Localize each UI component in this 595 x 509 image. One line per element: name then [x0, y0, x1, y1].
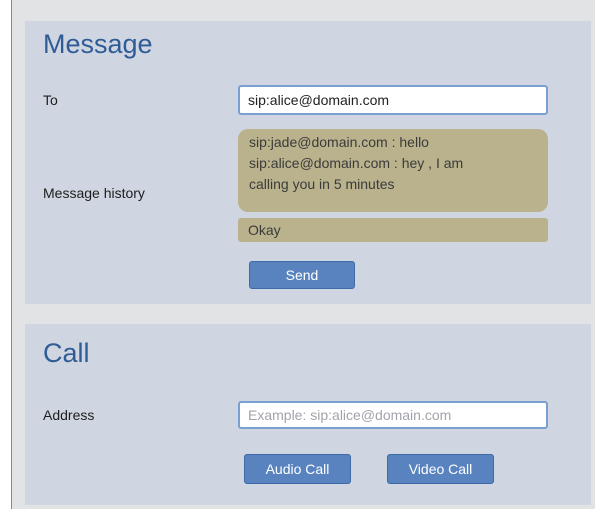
call-panel: Call Address Audio Call Video Call	[25, 324, 591, 505]
history-message: sip:alice@domain.com : hey , I am callin…	[249, 153, 538, 195]
message-compose-input[interactable]: Okay	[238, 218, 548, 242]
message-title: Message	[43, 29, 153, 59]
audio-call-button[interactable]: Audio Call	[244, 454, 351, 484]
to-input[interactable]	[238, 85, 548, 115]
address-label: Address	[43, 407, 95, 423]
history-message-text: sip:jade@domain.com : hello	[249, 134, 429, 150]
message-history-label: Message history	[43, 185, 145, 201]
address-input[interactable]	[238, 401, 548, 429]
history-message-text: sip:alice@domain.com : hey , I am	[249, 155, 464, 171]
compose-text: Okay	[248, 222, 281, 238]
to-label: To	[43, 92, 58, 108]
video-call-button[interactable]: Video Call	[387, 454, 494, 484]
message-history: sip:jade@domain.com : hello sip:alice@do…	[238, 129, 548, 212]
send-button[interactable]: Send	[249, 261, 355, 289]
message-panel: Message To Message history sip:jade@doma…	[25, 21, 591, 304]
call-title: Call	[43, 338, 90, 368]
history-message-text-continued: calling you in 5 minutes	[249, 176, 395, 192]
history-message: sip:jade@domain.com : hello	[249, 132, 538, 153]
